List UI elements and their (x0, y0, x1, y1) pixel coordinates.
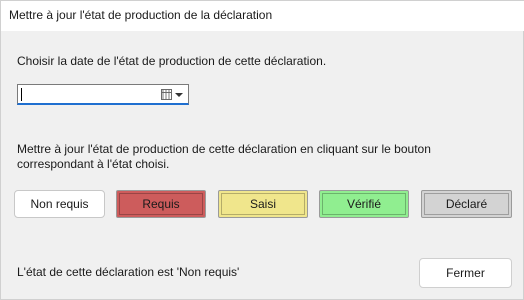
verifie-button[interactable]: Vérifié (319, 190, 409, 218)
text-caret (21, 88, 22, 101)
close-label: Fermer (446, 266, 485, 280)
requis-label: Requis (142, 197, 180, 211)
requis-button[interactable]: Requis (116, 190, 206, 218)
declare-button[interactable]: Déclaré (421, 190, 512, 218)
saisi-button[interactable]: Saisi (218, 190, 308, 218)
window-title: Mettre à jour l'état de production de la… (9, 8, 273, 22)
update-production-state-dialog: Mettre à jour l'état de production de la… (0, 0, 524, 300)
verifie-label: Vérifié (346, 197, 381, 211)
title-bar: Mettre à jour l'état de production de la… (1, 1, 524, 31)
saisi-label: Saisi (249, 197, 276, 211)
status-message: L'état de cette déclaration est 'Non req… (17, 265, 240, 279)
calendar-icon[interactable] (161, 89, 172, 100)
close-button[interactable]: Fermer (419, 258, 512, 288)
declare-label: Déclaré (445, 197, 488, 211)
chevron-down-icon[interactable] (175, 93, 183, 97)
date-picker[interactable] (17, 84, 189, 105)
date-instruction: Choisir la date de l'état de production … (17, 54, 327, 68)
non-requis-button[interactable]: Non requis (14, 190, 105, 218)
non-requis-label: Non requis (30, 197, 89, 211)
state-instruction: Mettre à jour l'état de production de ce… (17, 142, 431, 171)
